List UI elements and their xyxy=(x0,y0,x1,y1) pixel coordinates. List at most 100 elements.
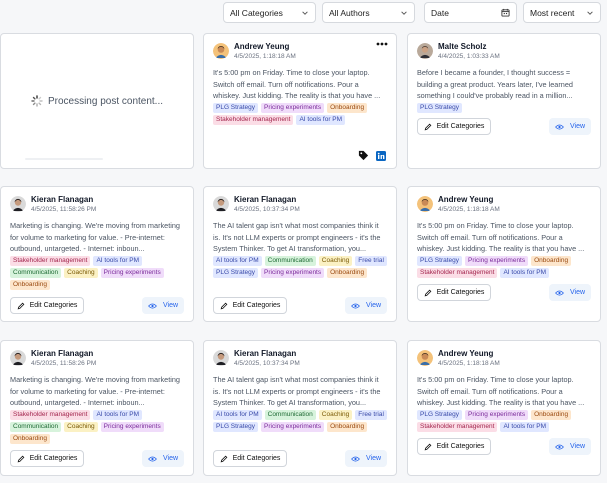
edit-categories-button[interactable]: Edit Categories xyxy=(417,284,491,301)
eye-icon xyxy=(351,456,360,461)
edit-categories-label: Edit Categories xyxy=(436,443,485,450)
chevron-down-icon xyxy=(401,10,407,15)
author-avatar xyxy=(213,350,229,366)
author-avatar xyxy=(213,196,229,212)
view-button[interactable]: View xyxy=(549,284,591,301)
calendar-icon xyxy=(501,8,510,17)
category-tag: Onboarding xyxy=(10,280,50,290)
category-tag: Communication xyxy=(264,410,316,420)
edit-categories-button[interactable]: Edit Categories xyxy=(10,450,84,467)
post-date: 4/4/2025, 1:03:33 AM xyxy=(438,53,500,60)
category-tag: Pricing experiments xyxy=(465,256,529,266)
category-tag: AI tools for PM xyxy=(93,256,143,266)
view-label: View xyxy=(162,302,179,309)
edit-categories-button[interactable]: Edit Categories xyxy=(417,118,491,135)
tag-icon[interactable] xyxy=(358,150,369,161)
post-card: Andrew Yeung 4/5/2025, 1:18:18 AM It's 5… xyxy=(203,33,397,169)
eye-icon xyxy=(351,303,360,308)
pencil-icon xyxy=(424,289,431,296)
post-date: 4/5/2025, 11:58:26 PM xyxy=(31,206,97,213)
sort-value: Most recent xyxy=(530,7,575,18)
category-tag: Coaching xyxy=(64,422,98,432)
category-tag: AI tools for PM xyxy=(213,256,262,266)
processing-status: Processing post content... xyxy=(31,95,163,107)
spinner-icon xyxy=(31,95,43,107)
view-label: View xyxy=(162,455,179,462)
author-name: Kieran Flanagan xyxy=(31,195,94,204)
author-name: Andrew Yeung xyxy=(438,195,494,204)
post-card: Kieran Flanagan 4/5/2025, 11:58:26 PM Ma… xyxy=(0,340,194,476)
view-button[interactable]: View xyxy=(142,450,184,467)
edit-categories-button[interactable]: Edit Categories xyxy=(213,450,287,467)
more-options-icon[interactable] xyxy=(376,40,388,48)
post-header: Kieran Flanagan 4/5/2025, 10:37:34 PM xyxy=(213,195,300,214)
category-tag: Communication xyxy=(10,422,62,432)
post-date: 4/5/2025, 10:37:34 PM xyxy=(234,206,300,213)
author-avatar xyxy=(10,196,26,212)
post-excerpt: Marketing is changing. We're moving from… xyxy=(10,375,180,407)
category-tag: Onboarding xyxy=(327,268,368,278)
post-header: Kieran Flanagan 4/5/2025, 10:37:34 PM xyxy=(213,349,300,368)
category-tag: AI tools for PM xyxy=(296,115,346,125)
processing-label: Processing post content... xyxy=(47,95,164,107)
linkedin-icon[interactable] xyxy=(376,150,386,161)
post-date: 4/5/2025, 1:18:18 AM xyxy=(438,360,500,367)
view-label: View xyxy=(569,123,586,130)
eye-icon xyxy=(148,303,157,308)
edit-categories-button[interactable]: Edit Categories xyxy=(10,297,84,314)
category-tag: Onboarding xyxy=(327,103,368,113)
category-tag: Stakeholder management xyxy=(10,256,91,266)
category-tag: PLG Strategy xyxy=(213,422,259,432)
date-filter-input[interactable]: Date xyxy=(424,2,517,23)
author-name: Kieran Flanagan xyxy=(234,195,297,204)
category-tag: Onboarding xyxy=(531,410,572,420)
post-header: Andrew Yeung 4/5/2025, 1:18:18 AM xyxy=(417,349,500,368)
post-card: Malte Scholz 4/4/2025, 1:03:33 AM Before… xyxy=(407,33,601,169)
processing-progress-track xyxy=(25,158,103,160)
post-excerpt: It's 5:00 pm on Friday. Time to close yo… xyxy=(213,68,381,100)
chevron-down-icon xyxy=(302,10,308,15)
view-button[interactable]: View xyxy=(345,297,387,314)
category-tag: Stakeholder management xyxy=(213,115,294,125)
post-header: Kieran Flanagan 4/5/2025, 11:58:26 PM xyxy=(10,195,96,214)
post-date: 4/5/2025, 1:18:18 AM xyxy=(234,53,296,60)
category-filter-select[interactable]: All Categories xyxy=(223,2,316,23)
category-tag: PLG Strategy xyxy=(213,103,259,113)
author-avatar xyxy=(10,350,26,366)
edit-categories-button[interactable]: Edit Categories xyxy=(213,297,287,314)
category-tag: Stakeholder management xyxy=(417,422,498,432)
author-name: Kieran Flanagan xyxy=(234,349,297,358)
view-label: View xyxy=(365,455,382,462)
view-button[interactable]: View xyxy=(345,450,387,467)
category-tags: Stakeholder management AI tools for PM Com… xyxy=(10,410,184,444)
author-name: Andrew Yeung xyxy=(438,349,494,358)
category-tag: Pricing experiments xyxy=(261,422,325,432)
post-card: Kieran Flanagan 4/5/2025, 11:58:26 PM Ma… xyxy=(0,186,194,322)
view-button[interactable]: View xyxy=(142,297,184,314)
pencil-icon xyxy=(17,455,24,462)
category-tag: Coaching xyxy=(318,410,353,420)
eye-icon xyxy=(555,444,564,449)
category-tag: Pricing experiments xyxy=(100,268,164,278)
post-excerpt: It's 5:00 pm on Friday. Time to close yo… xyxy=(417,375,585,407)
category-tag: AI tools for PM xyxy=(500,268,550,278)
edit-categories-label: Edit Categories xyxy=(436,289,485,296)
category-tag: Communication xyxy=(264,256,316,266)
post-header: Malte Scholz 4/4/2025, 1:03:33 AM xyxy=(417,42,500,61)
edit-categories-label: Edit Categories xyxy=(232,302,281,309)
view-button[interactable]: View xyxy=(549,118,591,135)
edit-categories-button[interactable]: Edit Categories xyxy=(417,438,491,455)
chevron-down-icon xyxy=(587,10,593,15)
category-tag: AI tools for PM xyxy=(93,410,143,420)
author-filter-select[interactable]: All Authors xyxy=(322,2,415,23)
category-tags: PLG Strategy Pricing experiments Onboardin… xyxy=(417,410,591,432)
post-excerpt: Before I became a founder, I thought suc… xyxy=(417,68,573,100)
post-actions xyxy=(358,150,386,161)
category-tag: Coaching xyxy=(318,256,353,266)
category-tag: Stakeholder management xyxy=(10,410,91,420)
author-filter-value: All Authors xyxy=(329,7,370,18)
sort-select[interactable]: Most recent xyxy=(523,2,601,23)
view-button[interactable]: View xyxy=(549,438,591,455)
category-tags: AI tools for PM Communication Coaching Free… xyxy=(213,256,387,278)
category-tags: PLG Strategy Pricing experiments Onboardin… xyxy=(213,103,387,125)
